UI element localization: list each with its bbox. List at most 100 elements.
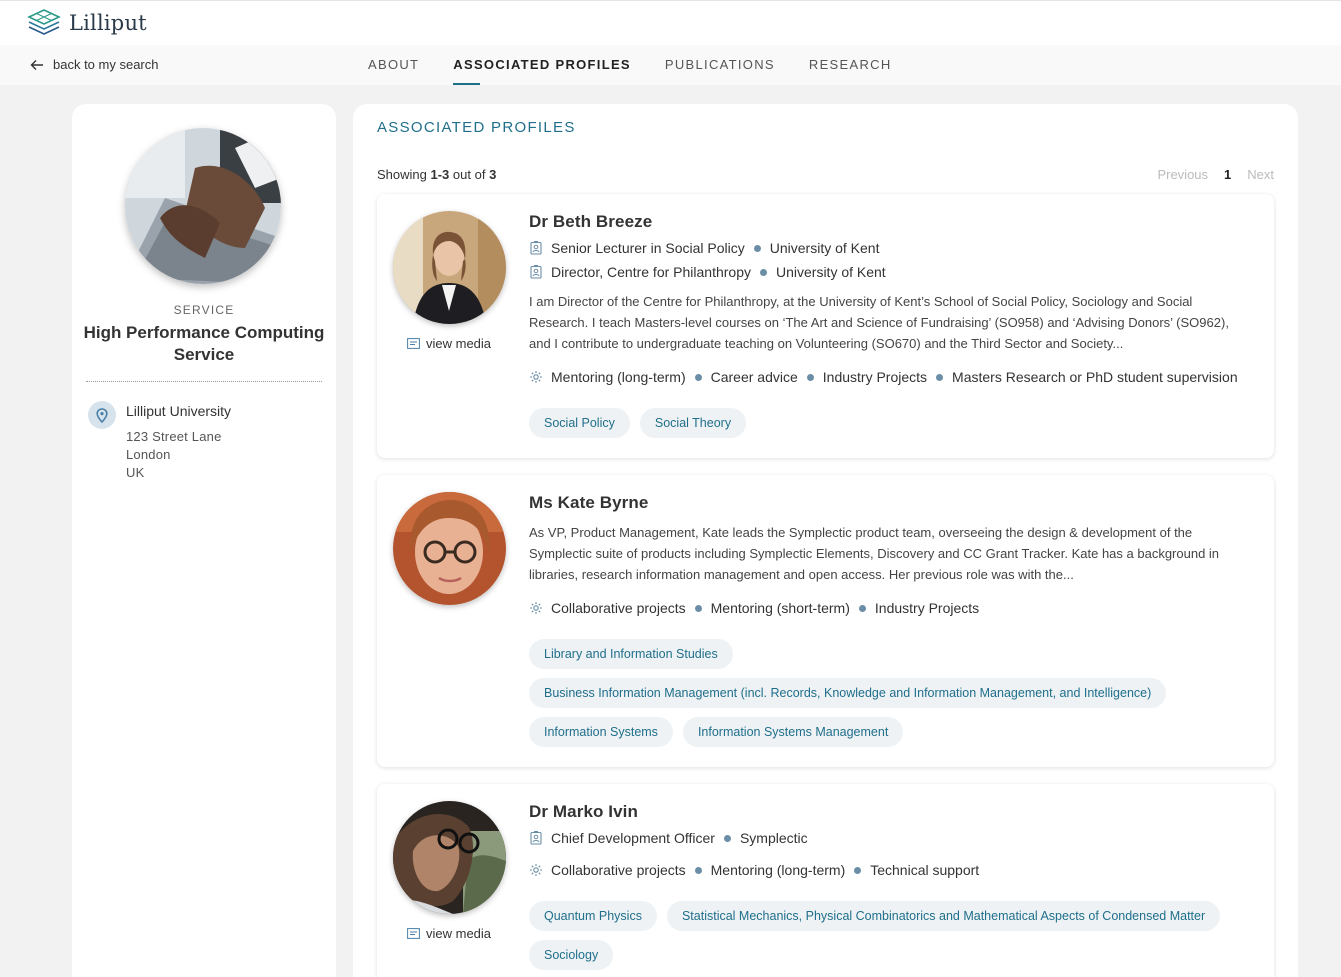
position-title: Director, Centre for Philanthropy [551,264,751,280]
view-media-link[interactable]: view media [407,336,491,351]
position-organisation: University of Kent [775,264,886,280]
separator-dot [759,268,767,276]
profile-bio: As VP, Product Management, Kate leads th… [529,525,1220,582]
tab-about[interactable]: ABOUT [368,45,419,85]
offers-row: Collaborative projects Mentoring (short-… [529,600,979,616]
back-to-search-link[interactable]: back to my search [30,57,159,72]
tab-publications[interactable]: PUBLICATIONS [665,45,775,85]
offer-item: Collaborative projects [551,600,686,616]
arrow-left-icon [30,59,43,70]
divider [86,381,322,382]
profile-name[interactable]: Ms Kate Byrne [529,493,648,513]
separator-dot [694,866,702,874]
separator-dot [806,373,814,381]
profile-card: view media Dr Beth Breeze Senior Lecture… [377,194,1274,458]
location-pin-icon [88,401,116,429]
research-tag[interactable]: Information Systems [529,717,673,747]
offer-item: Industry Projects [874,600,980,616]
offer-item: Technical support [870,862,980,878]
separator-dot [723,834,731,842]
address-line: 123 Street Lane [126,429,222,444]
separator-dot [854,866,862,874]
offers-row: Collaborative projects Mentoring (long-t… [529,862,979,878]
separator-dot [753,244,761,252]
badge-icon [530,241,542,255]
offer-item: Collaborative projects [551,862,686,878]
organisation-name: Lilliput University [126,403,232,419]
profile-card: Ms Kate Byrne As VP, Product Management,… [377,475,1274,767]
brand-name: Lilliput [69,11,147,35]
tab-associated-profiles[interactable]: ASSOCIATED PROFILES [453,45,631,85]
profile-photo[interactable] [393,801,506,914]
tag-list: Social Policy Social Theory [529,408,1259,447]
showing-range: 1-3 [430,167,450,182]
entity-type-label: SERVICE [173,303,235,317]
sub-navigation: back to my search ABOUT ASSOCIATED PROFI… [0,45,1341,85]
media-icon [407,338,420,349]
offer-item: Mentoring (short-term) [710,600,850,616]
pagination: Previous 1 Next [1141,167,1274,182]
separator-dot [694,604,702,612]
position-row: Senior Lecturer in Social Policy Univers… [529,240,879,256]
position-title: Chief Development Officer [551,830,715,846]
position-row: Chief Development Officer Symplectic [529,830,808,846]
separator-dot [936,373,944,381]
address-line: UK [126,465,145,480]
position-title: Senior Lecturer in Social Policy [551,240,745,256]
tab-research[interactable]: RESEARCH [809,45,892,85]
layers-logo-icon [27,9,61,35]
next-page-link[interactable]: Next [1247,167,1274,182]
profile-tabs: ABOUT ASSOCIATED PROFILES PUBLICATIONS R… [368,45,926,85]
view-media-label: view media [426,336,492,351]
profile-bio: I am Director of the Centre for Philanth… [529,294,1229,351]
badge-icon [530,831,542,845]
offer-item: Masters Research or PhD student supervis… [952,369,1238,385]
view-media-label: view media [426,926,492,941]
address-line: London [126,447,171,462]
previous-page-link[interactable]: Previous [1157,167,1208,182]
position-row: Director, Centre for Philanthropy Univer… [529,264,886,280]
showing-total: 3 [489,167,497,182]
back-link-label: back to my search [53,57,159,72]
top-bar: Lilliput [0,0,1341,45]
tag-list: Quantum Physics Statistical Mechanics, P… [529,901,1259,977]
profile-photo[interactable] [393,211,506,324]
tag-list: Library and Information Studies Business… [529,639,1259,756]
associated-profiles-panel: ASSOCIATED PROFILES Showing 1-3 out of 3… [353,104,1298,977]
research-tag[interactable]: Quantum Physics [529,901,657,931]
entity-card: SERVICE High Performance Computing Servi… [72,104,336,977]
position-organisation: Symplectic [739,830,808,846]
research-tag[interactable]: Business Information Management (incl. R… [529,678,1167,708]
network-icon [530,602,542,614]
offers-row: Mentoring (long-term) Career advice Indu… [529,369,1238,385]
research-tag[interactable]: Social Theory [639,408,747,438]
showing-prefix: Showing [377,167,427,182]
offer-item: Career advice [710,369,798,385]
media-icon [407,928,420,939]
research-tag[interactable]: Statistical Mechanics, Physical Combinat… [666,901,1221,931]
network-icon [530,864,542,876]
separator-dot [858,604,866,612]
offer-item: Mentoring (long-term) [551,369,686,385]
current-page[interactable]: 1 [1224,167,1231,182]
logo[interactable]: Lilliput [27,8,147,38]
entity-title: High Performance Computing Service [83,323,325,364]
badge-icon [530,265,542,279]
profile-name[interactable]: Dr Beth Breeze [529,212,652,232]
offer-item: Industry Projects [822,369,928,385]
research-tag[interactable]: Social Policy [529,408,630,438]
profile-photo[interactable] [393,492,506,605]
showing-mid: out of [452,167,486,182]
separator-dot [694,373,702,381]
result-count: Showing 1-3 out of 3 [377,167,496,182]
research-tag[interactable]: Sociology [529,940,614,970]
research-tag[interactable]: Library and Information Studies [529,639,733,669]
profile-card: view media Dr Marko Ivin Chief Developme… [377,784,1274,977]
section-title: ASSOCIATED PROFILES [377,119,576,136]
service-image [125,128,281,284]
position-organisation: University of Kent [769,240,880,256]
research-tag[interactable]: Information Systems Management [682,717,904,747]
offer-item: Mentoring (long-term) [710,862,846,878]
view-media-link[interactable]: view media [407,926,491,941]
profile-name[interactable]: Dr Marko Ivin [529,802,638,822]
